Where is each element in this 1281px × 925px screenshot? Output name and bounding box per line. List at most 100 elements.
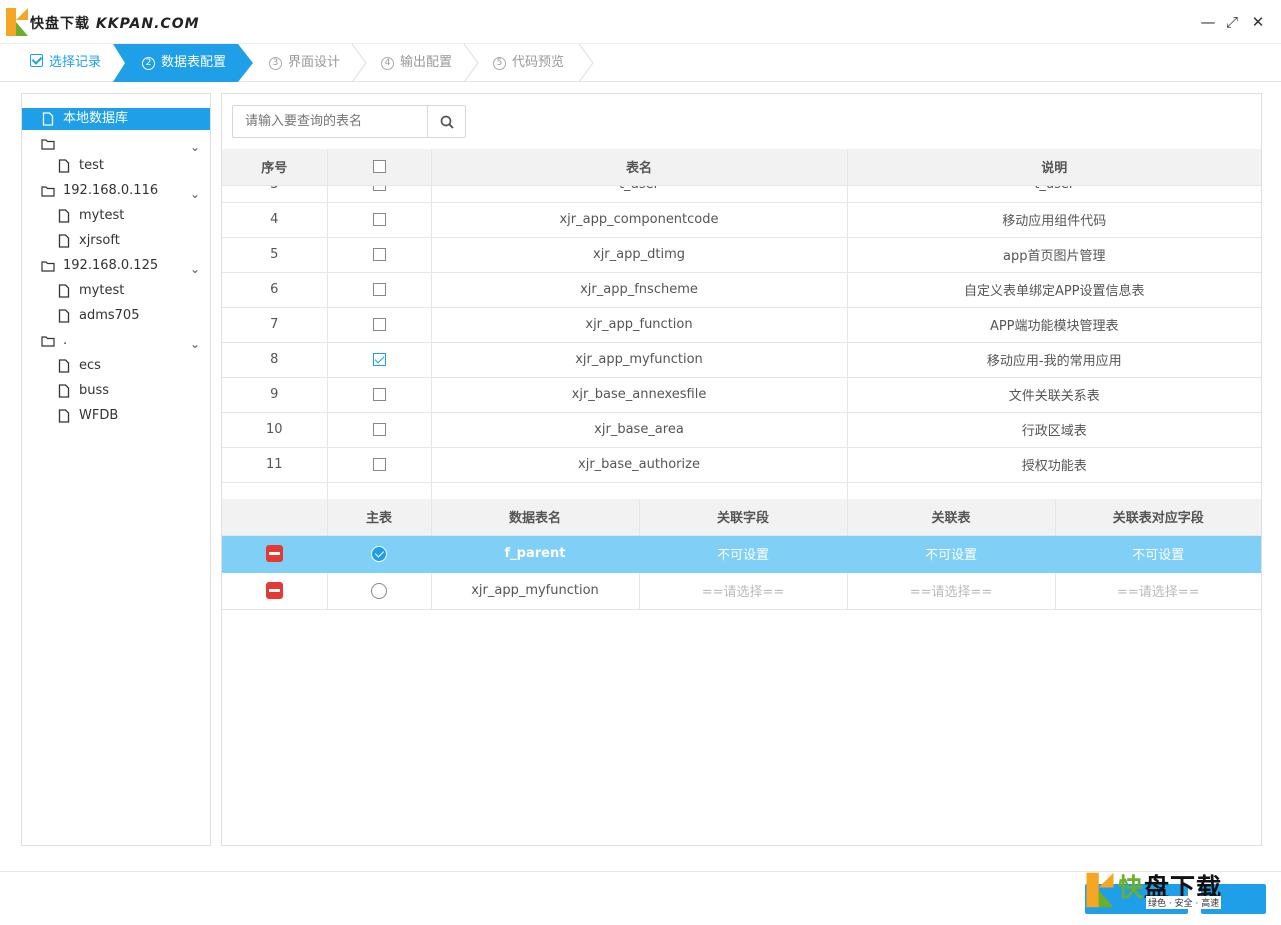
table-search-input[interactable] <box>232 105 428 138</box>
row-checkbox[interactable] <box>372 353 386 366</box>
maximize-button[interactable]: ⤢ <box>1223 13 1241 31</box>
remove-row-button[interactable] <box>265 545 283 562</box>
table-name-cell: xjr_base_area <box>431 412 848 448</box>
row-index: 4 <box>222 202 328 238</box>
table-row[interactable]: 7 xjr_app_function APP端功能模块管理表 <box>222 307 1261 343</box>
row-checkbox[interactable] <box>372 388 386 401</box>
step-table-config[interactable]: 2 数据表配置 <box>142 44 226 82</box>
table-row[interactable]: 3 t_usert_user <box>222 186 1261 203</box>
main-table-radio[interactable] <box>371 582 387 599</box>
step-select-record[interactable]: 选择记录 <box>30 44 101 82</box>
tree-item-server[interactable]: 192.168.0.125 ⌄ <box>22 255 210 277</box>
related-table-name: f_parent <box>431 535 640 573</box>
table-description-cell: 授权功能表 <box>847 447 1261 483</box>
row-index: 3 <box>222 186 328 203</box>
row-checkbox[interactable] <box>372 213 386 226</box>
step-ui-design[interactable]: 3 界面设计 <box>269 44 340 82</box>
tree-item-database[interactable]: xjrsoft <box>22 230 210 252</box>
file-icon <box>58 234 70 248</box>
file-icon <box>58 209 70 223</box>
table-row[interactable]: 11 xjr_base_authorize 授权功能表 <box>222 447 1261 483</box>
table-row[interactable]: 4 xjr_app_componentcode 移动应用组件代码 <box>222 202 1261 238</box>
chevron-down-icon[interactable]: ⌄ <box>190 258 200 280</box>
row-checkbox[interactable] <box>372 318 386 331</box>
table-description-cell: 行政区域表 <box>847 412 1261 448</box>
file-icon <box>58 309 70 323</box>
table-description-cell: 移动应用组件代码 <box>847 202 1261 238</box>
minimize-button[interactable]: — <box>1199 13 1217 31</box>
table-row[interactable]: 5 xjr_app_dtimg app首页图片管理 <box>222 237 1261 273</box>
file-icon <box>42 112 54 126</box>
row-checkbox[interactable] <box>372 458 386 471</box>
row-checkbox[interactable] <box>372 423 386 436</box>
column-header-action <box>222 499 328 536</box>
column-header-field: 关联字段 <box>639 499 848 536</box>
tree-item-database[interactable]: adms705 <box>22 305 210 327</box>
wizard-steps: 选择记录 2 数据表配置 3 界面设计 4 输出配置 5 代码预览 <box>0 44 1281 82</box>
column-header-select-all[interactable] <box>327 149 432 186</box>
tree-item-database[interactable]: test <box>22 155 210 177</box>
table-row[interactable]: xjr_app_myfunction ==请选择== ==请选择== ==请选择… <box>222 572 1261 610</box>
tree-item-server[interactable]: . ⌄ <box>22 330 210 352</box>
table-description-cell: 自定义表单绑定APP设置信息表 <box>847 272 1261 308</box>
row-index: 9 <box>222 377 328 413</box>
related-tables-grid: 主表 数据表名 关联字段 关联表 关联表对应字段 f_parent 不可设置 不… <box>222 499 1261 610</box>
tree-item-server[interactable]: 192.168.0.116 ⌄ <box>22 180 210 202</box>
file-icon <box>58 359 70 373</box>
step-output-config[interactable]: 4 输出配置 <box>381 44 452 82</box>
table-name-cell: xjr_app_function <box>431 307 848 343</box>
select-all-checkbox[interactable] <box>372 160 386 174</box>
related-table-select[interactable]: ==请选择== <box>847 572 1056 610</box>
watermark-logo-icon <box>1086 872 1114 908</box>
close-button[interactable]: ✕ <box>1249 13 1267 31</box>
row-checkbox[interactable] <box>372 283 386 296</box>
tree-item-database[interactable]: mytest <box>22 280 210 302</box>
table-name-cell: xjr_app_dtimg <box>431 237 848 273</box>
related-table-field: 不可设置 <box>1055 535 1261 573</box>
column-header-description: 说明 <box>847 149 1261 186</box>
table-name-cell: xjr_app_componentcode <box>431 202 848 238</box>
table-row[interactable]: 10 xjr_base_area 行政区域表 <box>222 412 1261 448</box>
title-bar: 快盘下载 KKPAN.COM — ⤢ ✕ <box>0 0 1281 44</box>
checkbox-done-icon <box>30 54 43 67</box>
search-button[interactable] <box>427 105 466 138</box>
related-field-select[interactable]: ==请选择== <box>639 572 848 610</box>
table-row[interactable]: 6 xjr_app_fnscheme 自定义表单绑定APP设置信息表 <box>222 272 1261 308</box>
tree-item-database[interactable]: mytest <box>22 205 210 227</box>
table-name-cell: xjr_base_annexesfile <box>431 377 848 413</box>
tree-item-database[interactable]: WFDB <box>22 405 210 427</box>
file-icon <box>58 384 70 398</box>
table-name-cell: t_user <box>431 186 848 203</box>
chevron-down-icon[interactable]: ⌄ <box>190 183 200 205</box>
file-icon <box>58 159 70 173</box>
table-list-body[interactable]: 3 t_usert_user 4 xjr_app_componentcode移动应用组… <box>222 186 1261 499</box>
file-icon <box>58 284 70 298</box>
related-header-row: 主表 数据表名 关联字段 关联表 关联表对应字段 <box>222 499 1261 536</box>
column-header-main: 主表 <box>327 499 432 536</box>
step-code-preview[interactable]: 5 代码预览 <box>493 44 564 82</box>
chevron-down-icon[interactable]: ⌄ <box>190 333 200 355</box>
row-checkbox[interactable] <box>372 186 386 191</box>
step-separator-icon <box>578 44 594 82</box>
watermark-slogan: 绿色 · 安全 · 高速 <box>1146 896 1222 909</box>
tree-item-database[interactable]: ecs <box>22 355 210 377</box>
table-row[interactable]: f_parent 不可设置 不可设置 不可设置 <box>222 535 1261 573</box>
related-table-name: xjr_app_myfunction <box>431 572 640 610</box>
tree-item-local-db[interactable]: 本地数据库 <box>22 108 210 130</box>
table-row[interactable]: 9 xjr_base_annexesfile 文件关联关系表 <box>222 377 1261 413</box>
table-row[interactable] <box>222 482 1261 499</box>
row-index: 5 <box>222 237 328 273</box>
table-name-cell: xjr_app_fnscheme <box>431 272 848 308</box>
main-table-radio[interactable] <box>371 545 387 562</box>
column-header-related-table: 关联表 <box>847 499 1056 536</box>
watermark-logo: 快盘下载 绿色 · 安全 · 高速 <box>1084 866 1254 914</box>
column-header-table: 数据表名 <box>431 499 640 536</box>
table-row[interactable]: 8 xjr_app_myfunction 移动应用-我的常用应用 <box>222 342 1261 378</box>
tree-item-server[interactable]: ⌄ <box>22 133 210 155</box>
remove-row-button[interactable] <box>265 582 283 599</box>
related-table-field-select[interactable]: ==请选择== <box>1055 572 1261 610</box>
row-index: 11 <box>222 447 328 483</box>
tree-item-database[interactable]: buss <box>22 380 210 402</box>
row-checkbox[interactable] <box>372 248 386 261</box>
table-description-cell: 移动应用-我的常用应用 <box>847 342 1261 378</box>
